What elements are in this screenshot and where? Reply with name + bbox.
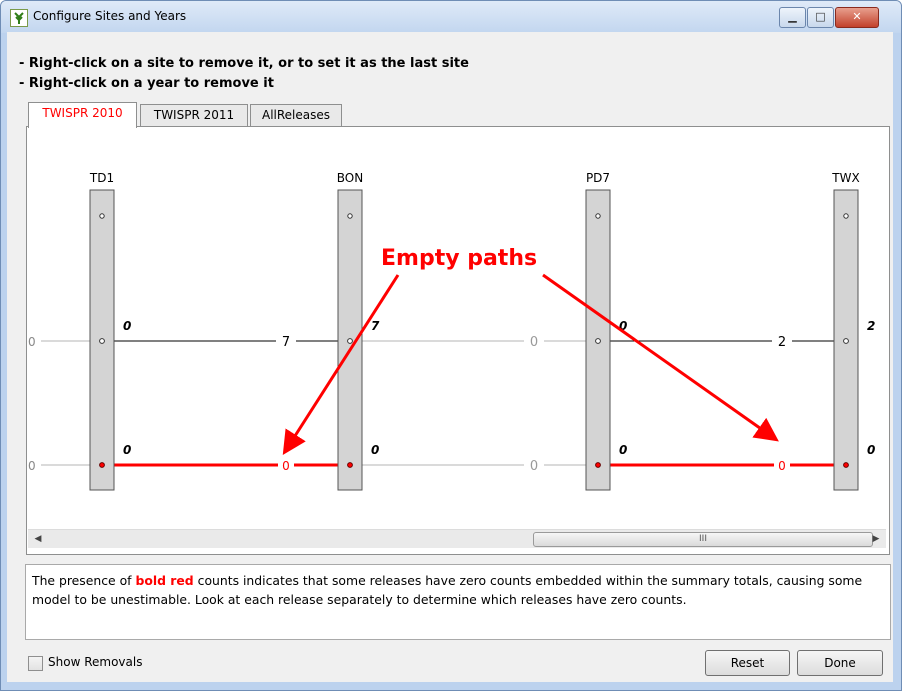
minimize-icon: ▁ xyxy=(788,10,797,23)
site-node xyxy=(99,338,105,344)
site-node xyxy=(347,462,353,468)
site-node xyxy=(99,462,105,468)
reset-button[interactable]: Reset xyxy=(705,650,790,676)
site-node xyxy=(595,338,601,344)
site-top-node xyxy=(843,213,849,219)
annotation-arrow-right xyxy=(542,273,779,442)
site-count: 7 xyxy=(371,319,380,333)
year-row-label[interactable]: 0 xyxy=(28,459,36,473)
edge-count-zero: 0 xyxy=(282,459,290,473)
description-box: The presence of bold red counts indicate… xyxy=(25,564,891,640)
edge-count: 2 xyxy=(778,335,786,350)
site-label-bon[interactable]: BON xyxy=(337,171,363,185)
site-count: 0 xyxy=(123,443,131,457)
tab-twispr-2010[interactable]: TWISPR 2010 xyxy=(28,102,137,128)
description-bold-red: bold red xyxy=(135,573,194,588)
site-node xyxy=(347,338,353,344)
description-text: The presence of bold red counts indicate… xyxy=(32,571,884,609)
site-node xyxy=(843,338,849,344)
site-label-twx[interactable]: TWX xyxy=(831,171,859,185)
instruction-line-2: - Right-click on a year to remove it xyxy=(19,76,274,91)
maximize-button[interactable]: □ xyxy=(807,7,834,28)
site-count: 0 xyxy=(371,443,379,457)
title-bar[interactable]: Configure Sites and Years ▁ □ ✕ xyxy=(1,1,901,33)
diagram-svg: TD1 BON PD7 TWX0 7 0 20 0 0 00 7 0 20 0 0 0Empty paths xyxy=(28,171,875,491)
scroll-right-arrow-icon[interactable]: ▶ xyxy=(868,530,884,548)
scroll-left-arrow-icon[interactable]: ◀ xyxy=(30,530,46,548)
site-count: 0 xyxy=(867,443,875,457)
site-node xyxy=(843,462,849,468)
instruction-line-1: - Right-click on a site to remove it, or… xyxy=(19,56,469,71)
window-title: Configure Sites and Years xyxy=(33,9,187,23)
horizontal-scrollbar[interactable]: ◀ III ▶ xyxy=(28,529,886,548)
site-count: 2 xyxy=(867,319,875,333)
done-button[interactable]: Done xyxy=(797,650,883,676)
tab-twispr-2011[interactable]: TWISPR 2011 xyxy=(140,104,248,126)
empty-paths-annotation: Empty paths xyxy=(381,246,537,271)
app-tree-icon xyxy=(10,9,28,27)
site-label-pd7[interactable]: PD7 xyxy=(586,171,610,185)
year-row-label[interactable]: 0 xyxy=(28,335,36,349)
close-icon: ✕ xyxy=(852,10,862,23)
edge-count: 7 xyxy=(282,335,290,350)
site-count: 0 xyxy=(619,443,627,457)
show-removals-label: Show Removals xyxy=(48,655,143,669)
site-top-node xyxy=(99,213,105,219)
edge-count-zero: 0 xyxy=(778,459,786,473)
tab-allreleases[interactable]: AllReleases xyxy=(250,104,342,126)
site-year-diagram: TD1 BON PD7 TWX 0 7 0 2 0 0 0 0 0 7 0 2 0 0 0 0 Empty paths xyxy=(28,128,886,528)
show-removals-checkbox[interactable] xyxy=(28,656,43,671)
scroll-grip-icon: III xyxy=(699,534,707,544)
minimize-button[interactable]: ▁ xyxy=(779,7,806,28)
site-top-node xyxy=(595,213,601,219)
site-node xyxy=(595,462,601,468)
close-button[interactable]: ✕ xyxy=(835,7,879,28)
site-label-td1[interactable]: TD1 xyxy=(89,171,114,185)
site-top-node xyxy=(347,213,353,219)
site-count: 0 xyxy=(123,319,131,333)
maximize-icon: □ xyxy=(815,10,826,23)
description-before: The presence of xyxy=(32,573,136,588)
edge-count: 0 xyxy=(530,335,538,350)
edge-count: 0 xyxy=(530,459,538,474)
scroll-thumb[interactable]: III xyxy=(533,532,873,547)
